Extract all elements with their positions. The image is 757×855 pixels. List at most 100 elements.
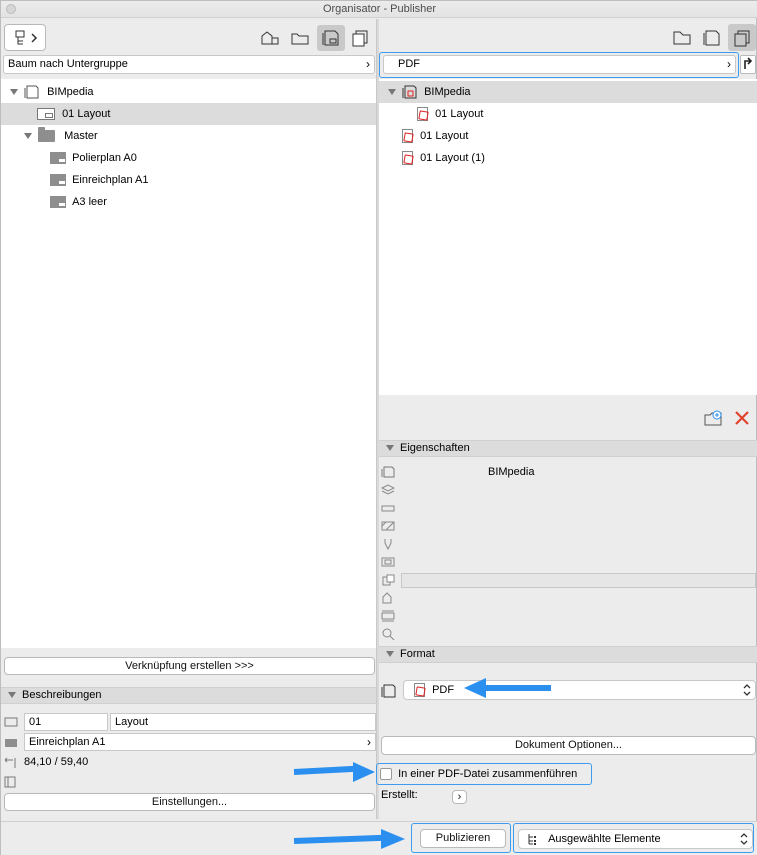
- view-mode-button[interactable]: [4, 24, 46, 51]
- annotation-arrow-head: [464, 678, 486, 698]
- left-tree-panel: BIMpedia 01 Layout Master Polierplan A0 …: [1, 79, 376, 648]
- project-map-icon[interactable]: [670, 27, 694, 49]
- publish-button[interactable]: Publizieren: [420, 829, 506, 848]
- pdf-set-icon: [402, 85, 418, 99]
- publisher-set-up-button[interactable]: [740, 55, 756, 74]
- new-folder-icon[interactable]: [701, 407, 725, 429]
- chevron-right-icon: ›: [366, 57, 370, 71]
- model-view-icon: [381, 556, 395, 568]
- view-map-icon[interactable]: [288, 27, 312, 49]
- layout-name-value: Layout: [115, 716, 149, 728]
- layout-book-icon[interactable]: [317, 25, 345, 51]
- publish-scope-value: Ausgewählte Elemente: [548, 833, 661, 845]
- publisher-sets-icon[interactable]: [348, 27, 372, 49]
- tree-item-01-layout[interactable]: 01 Layout: [379, 103, 757, 125]
- created-expand-button[interactable]: ›: [452, 790, 467, 804]
- master-layout-icon: [50, 174, 66, 187]
- tree-item-label: 01 Layout (1): [420, 152, 485, 164]
- layout-id-field[interactable]: 01: [24, 713, 108, 731]
- tree-item-01-layout-1[interactable]: 01 Layout (1): [379, 147, 757, 169]
- project-map-icon[interactable]: [258, 27, 282, 49]
- merge-pdf-label: In einer PDF-Datei zusammenführen: [398, 768, 578, 781]
- pdf-file-icon: [414, 683, 425, 698]
- format-type-icon: [381, 684, 397, 698]
- create-link-button[interactable]: Verknüpfung erstellen >>>: [4, 657, 375, 675]
- size-value: 84,10 / 59,40: [24, 756, 89, 768]
- annotation-arrow: [293, 765, 355, 775]
- tree-view-icon: [15, 30, 38, 44]
- tree-item-bimpedia[interactable]: BIMpedia: [1, 81, 376, 103]
- layers-icon: [380, 484, 396, 496]
- master-layout-icon: [50, 152, 66, 165]
- tree-item-label: A3 leer: [72, 196, 107, 208]
- master-dropdown[interactable]: Einreichplan A1 ›: [24, 733, 376, 751]
- merge-pdf-checkbox-row[interactable]: In einer PDF-Datei zusammenführen: [380, 767, 577, 781]
- up-down-chevron-icon: [740, 833, 748, 845]
- master-value: Einreichplan A1: [29, 736, 106, 748]
- tree-item-a3-leer[interactable]: A3 leer: [1, 191, 376, 213]
- right-tree-panel: BIMpedia 01 Layout 01 Layout 01 Layout (…: [379, 79, 757, 395]
- annotation-arrow-head: [353, 762, 375, 782]
- scale-icon: [381, 502, 395, 514]
- descriptions-header[interactable]: Beschreibungen: [1, 687, 376, 704]
- format-header-label: Format: [400, 648, 435, 660]
- delete-icon[interactable]: [730, 407, 754, 429]
- master-icon: [4, 737, 18, 749]
- publisher-sets-icon[interactable]: [728, 24, 756, 51]
- tree-grouping-dropdown[interactable]: Baum nach Untergruppe ›: [3, 55, 375, 74]
- tree-item-label: BIMpedia: [47, 86, 94, 98]
- pen-icon: [381, 538, 395, 551]
- properties-path-field[interactable]: [401, 573, 756, 588]
- chevron-right-icon: ›: [457, 791, 462, 803]
- publish-scope-dropdown[interactable]: Ausgewählte Elemente: [518, 829, 753, 849]
- publisher-window: Organisator - Publisher Baum nach Unterg…: [0, 0, 757, 855]
- layout-book-icon[interactable]: [700, 27, 724, 49]
- tree-item-label: 01 Layout: [420, 130, 469, 142]
- disclosure-triangle-icon: [386, 445, 394, 452]
- dimension-icon: [381, 592, 395, 604]
- properties-name-value: BIMpedia: [488, 466, 535, 478]
- format-value: PDF: [432, 684, 455, 696]
- tree-item-01-layout[interactable]: 01 Layout: [1, 103, 376, 125]
- up-down-chevron-icon: [743, 684, 751, 696]
- properties-header[interactable]: Eigenschaften: [379, 440, 757, 457]
- layout-name-field[interactable]: Layout: [110, 713, 376, 731]
- settings-button[interactable]: Einstellungen...: [4, 793, 375, 811]
- window-title: Organisator - Publisher: [322, 3, 437, 15]
- properties-header-label: Eigenschaften: [400, 442, 470, 454]
- pdf-file-icon: [402, 151, 413, 166]
- descriptions-header-label: Beschreibungen: [22, 689, 102, 701]
- annotation-arrow-head: [381, 829, 405, 849]
- master-layout-icon: [50, 196, 66, 209]
- height-icon: [381, 610, 395, 622]
- title-bar: Organisator - Publisher: [1, 1, 757, 18]
- chevron-right-icon: ›: [367, 735, 371, 749]
- disclosure-triangle-icon[interactable]: [10, 89, 18, 96]
- tree-item-polierplan[interactable]: Polierplan A0: [1, 147, 376, 169]
- zoom-icon: [381, 628, 395, 641]
- created-label: Erstellt:: [381, 789, 418, 801]
- format-header[interactable]: Format: [379, 646, 757, 663]
- layout-sheet-icon: [37, 108, 55, 121]
- structure-icon: [381, 520, 395, 532]
- document-options-button[interactable]: Dokument Optionen...: [381, 736, 756, 755]
- tree-item-bimpedia[interactable]: BIMpedia: [379, 81, 757, 103]
- highlight-frame: [379, 52, 739, 78]
- tree-item-label: 01 Layout: [62, 108, 111, 120]
- tree-item-01-layout[interactable]: 01 Layout: [379, 125, 757, 147]
- tree-selection-icon: [528, 834, 536, 846]
- return-arrow-icon: [744, 57, 753, 69]
- tree-grouping-value: Baum nach Untergruppe: [8, 58, 128, 70]
- format-dropdown[interactable]: PDF: [403, 680, 756, 700]
- disclosure-triangle-icon[interactable]: [388, 89, 396, 96]
- tree-item-master[interactable]: Master: [1, 125, 376, 147]
- tree-item-einreichplan[interactable]: Einreichplan A1: [1, 169, 376, 191]
- layout-id-icon: [4, 716, 18, 728]
- layout-book-icon: [381, 466, 395, 478]
- disclosure-triangle-icon: [8, 692, 16, 699]
- merge-pdf-checkbox[interactable]: [380, 768, 392, 781]
- size-icon: [4, 757, 18, 769]
- disclosure-triangle-icon[interactable]: [24, 133, 32, 140]
- close-window-button[interactable]: [6, 4, 16, 14]
- disclosure-triangle-icon: [386, 651, 394, 658]
